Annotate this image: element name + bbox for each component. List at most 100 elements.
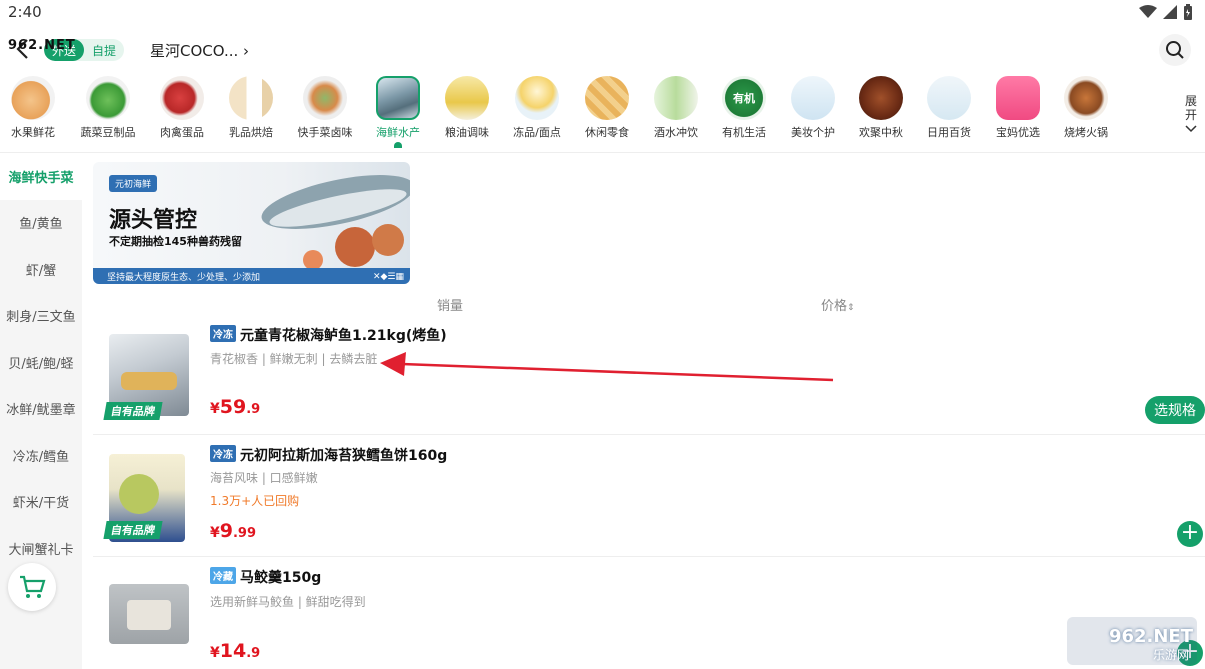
wifi-icon — [1139, 5, 1157, 18]
sort-by-sales[interactable]: 销量 — [437, 295, 463, 314]
sort-price-label: 价格 — [821, 299, 848, 314]
dairy-icon — [229, 76, 273, 120]
organic-icon: 有机 — [722, 76, 766, 120]
category-quick-dishes[interactable]: 快手菜卤味 — [292, 74, 358, 140]
sidebar-item-frozen-cod[interactable]: 冷冻/鳕鱼 — [0, 432, 82, 479]
grain-oil-icon — [445, 76, 489, 120]
sidebar-item-chilled-squid[interactable]: 冰鲜/鱿墨章 — [0, 386, 82, 433]
search-button[interactable] — [1159, 34, 1191, 66]
quick-dish-icon — [303, 76, 347, 120]
chevron-right-icon: › — [243, 42, 250, 60]
cart-icon — [20, 575, 46, 598]
category-mom-baby[interactable]: 宝妈优选 — [985, 74, 1051, 140]
category-mid-autumn[interactable]: 欢聚中秋 — [848, 74, 914, 140]
sort-by-price[interactable]: 价格⇕ — [821, 295, 855, 314]
category-snacks[interactable]: 休闲零食 — [574, 74, 640, 140]
category-label: 欢聚中秋 — [859, 126, 903, 139]
product-card[interactable]: 自有品牌 冷冻 元初阿拉斯加海苔狭鳕鱼饼160g 海苔风味 | 口感鲜嫩 1.3万… — [93, 442, 1205, 554]
product-card[interactable]: 自有品牌 冷冻 元童青花椒海鲈鱼1.21kg(烤鱼) 青花椒香 | 鲜嫩无刺 | … — [93, 322, 1205, 432]
product-description: 青花椒香 | 鲜嫩无刺 | 去鳞去脏 — [210, 352, 378, 366]
vegetable-icon — [86, 76, 130, 120]
price-decimal: .99 — [232, 526, 257, 541]
header: 外送 自提 962.NET 星河COCO... › — [0, 26, 1205, 74]
expand-label-2: 开 — [1184, 108, 1197, 122]
price-decimal: .9 — [246, 402, 261, 417]
category-daily-goods[interactable]: 日用百货 — [916, 74, 982, 140]
category-label: 乳品烘焙 — [229, 126, 273, 139]
rebuy-count: 1.3万+人已回购 — [210, 494, 300, 508]
sidebar-item-seafood-quick[interactable]: 海鲜快手菜 — [0, 153, 82, 200]
product-price: ¥59.9 — [210, 396, 260, 418]
mom-baby-icon — [996, 76, 1040, 120]
category-label: 酒水冲饮 — [654, 126, 698, 139]
category-vegetables[interactable]: 蔬菜豆制品 — [75, 74, 141, 140]
banner-logo-icon: ✕◆☰▦ — [372, 272, 404, 282]
active-indicator — [394, 142, 402, 148]
status-icons — [1139, 4, 1193, 20]
expand-label-1: 展 — [1184, 94, 1197, 108]
category-label: 宝妈优选 — [996, 126, 1040, 139]
category-dairy[interactable]: 乳品烘焙 — [218, 74, 284, 140]
price-integer: 14 — [219, 640, 247, 662]
search-icon — [1166, 41, 1184, 59]
category-grain-oil[interactable]: 粮油调味 — [434, 74, 500, 140]
snack-icon — [585, 76, 629, 120]
sidebar-item-dried[interactable]: 虾米/干货 — [0, 479, 82, 526]
product-name: 元童青花椒海鲈鱼1.21kg(烤鱼) — [240, 328, 447, 344]
select-spec-button[interactable]: 选规格 — [1145, 396, 1205, 424]
watermark-top: 962.NET — [8, 38, 76, 53]
sidebar-item-sashimi[interactable]: 刺身/三文鱼 — [0, 293, 82, 340]
product-title: 冷冻 元童青花椒海鲈鱼1.21kg(烤鱼) — [210, 325, 447, 345]
category-meat[interactable]: 肉禽蛋品 — [149, 74, 215, 140]
watermark-subtext: 乐游网 — [1152, 648, 1189, 662]
category-drinks[interactable]: 酒水冲饮 — [643, 74, 709, 140]
product-name: 元初阿拉斯加海苔狭鳕鱼饼160g — [240, 448, 448, 464]
status-bar: 2:40 — [0, 0, 1205, 26]
mode-pickup[interactable]: 自提 — [84, 39, 124, 61]
sidebar-item-shellfish[interactable]: 贝/蚝/鲍/蛏 — [0, 339, 82, 386]
category-frozen[interactable]: 冻品/面点 — [504, 74, 570, 140]
product-description: 海苔风味 | 口感鲜嫩 — [210, 471, 318, 485]
sidebar-item-shrimp-crab[interactable]: 虾/蟹 — [0, 246, 82, 293]
category-label: 粮油调味 — [445, 126, 489, 139]
price-decimal: .9 — [246, 646, 261, 661]
category-label: 冻品/面点 — [513, 126, 561, 139]
temperature-tag: 冷冻 — [210, 445, 236, 462]
mooncake-icon — [859, 76, 903, 120]
sidebar-item-fish[interactable]: 鱼/黄鱼 — [0, 200, 82, 247]
category-label: 美妆个护 — [791, 126, 835, 139]
product-name: 马鲛羹150g — [240, 570, 322, 586]
category-organic[interactable]: 有机 有机生活 — [711, 74, 777, 140]
product-card[interactable]: 冷藏 马鲛羹150g 选用新鲜马鲛鱼 | 鲜甜吃得到 ¥14.9 + — [93, 564, 1205, 669]
category-label: 海鲜水产 — [376, 126, 420, 139]
sort-arrows-icon: ⇕ — [847, 303, 855, 313]
status-time: 2:40 — [8, 3, 42, 21]
product-price: ¥9.99 — [210, 520, 256, 542]
category-divider — [0, 152, 1205, 153]
category-label: 快手菜卤味 — [297, 126, 353, 139]
product-title: 冷冻 元初阿拉斯加海苔狭鳕鱼饼160g — [210, 445, 447, 465]
category-fruit[interactable]: 水果鲜花 — [0, 74, 66, 140]
store-selector[interactable]: 星河COCO... › — [150, 40, 249, 61]
daily-goods-icon — [927, 76, 971, 120]
category-label: 日用百货 — [927, 126, 971, 139]
price-symbol: ¥ — [210, 645, 220, 661]
product-price: ¥14.9 — [210, 640, 260, 662]
category-label: 蔬菜豆制品 — [80, 126, 136, 139]
price-integer: 9 — [219, 520, 233, 542]
product-description: 选用新鲜马鲛鱼 | 鲜甜吃得到 — [210, 595, 366, 609]
expand-categories-button[interactable]: 展 开 — [1183, 94, 1199, 136]
chevron-down-icon — [1185, 125, 1197, 133]
beauty-icon — [791, 76, 835, 120]
banner-tag: 元初海鲜 — [109, 175, 158, 192]
price-symbol: ¥ — [210, 525, 220, 541]
category-beauty[interactable]: 美妆个护 — [780, 74, 846, 140]
battery-icon — [1184, 4, 1192, 20]
add-to-cart-button[interactable]: + — [1177, 521, 1203, 547]
category-label: 烧烤火锅 — [1064, 126, 1108, 139]
category-bbq-hotpot[interactable]: 烧烤火锅 — [1053, 74, 1119, 140]
category-seafood[interactable]: 海鲜水产 — [365, 74, 431, 148]
cart-button[interactable] — [8, 563, 56, 611]
row-divider — [93, 434, 1205, 435]
promo-banner[interactable]: 元初海鲜 源头管控 不定期抽检145种兽药残留 坚持最大程度原生态、少处理、少添… — [93, 162, 410, 284]
